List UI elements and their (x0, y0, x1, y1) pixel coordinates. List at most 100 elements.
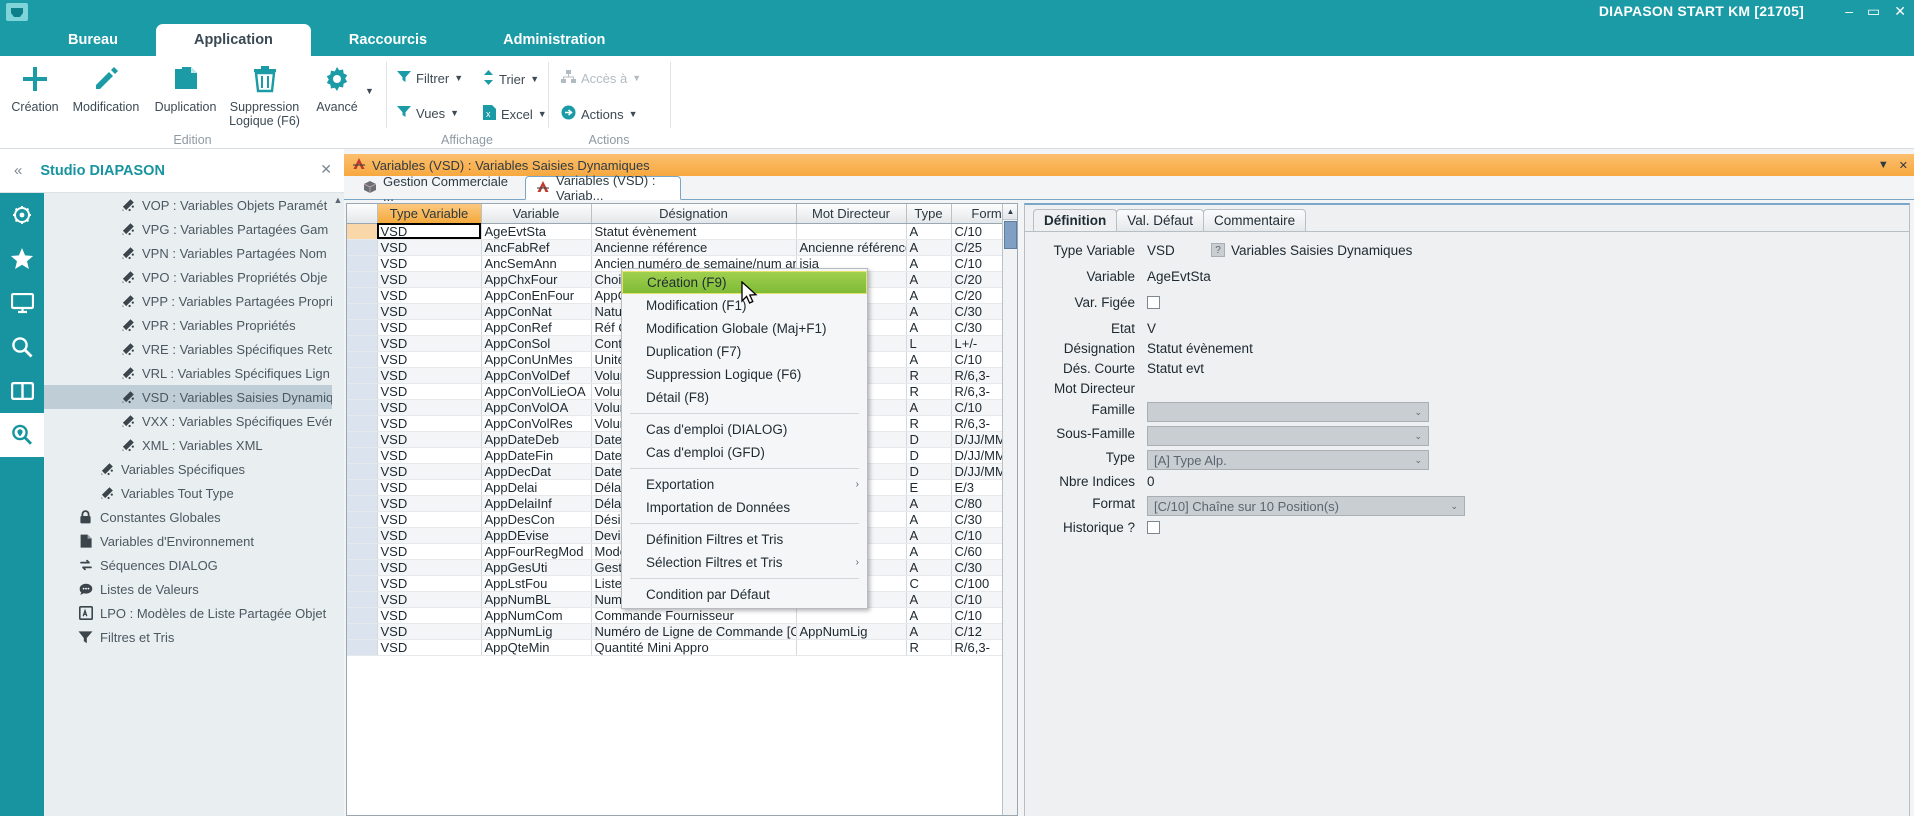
cell-t[interactable]: A (906, 511, 951, 527)
row-selector-cell[interactable] (347, 623, 377, 639)
cell-variable[interactable]: AppDateDeb (481, 431, 591, 447)
row-selector-cell[interactable] (347, 559, 377, 575)
tree-item[interactable]: Variables Spécifiques (44, 457, 344, 481)
maximize-button[interactable]: ▭ (1867, 2, 1880, 20)
close-panel-icon[interactable]: ✕ (320, 161, 332, 178)
row-selector-cell[interactable] (347, 319, 377, 335)
table-row[interactable]: VSDAgeEvtStaStatut évènementAC/10 (347, 223, 1018, 239)
checkbox-var-figee[interactable] (1147, 296, 1160, 309)
row-selector-cell[interactable] (347, 239, 377, 255)
cell-t[interactable]: A (906, 623, 951, 639)
ribbon-tab-raccourcis[interactable]: Raccourcis (311, 24, 465, 56)
cell-designation[interactable]: Ancienne référence (591, 239, 796, 255)
submenu-arrow-icon[interactable]: › (856, 557, 859, 568)
cell-t[interactable]: E (906, 479, 951, 495)
cell-variable[interactable]: AppConEnFour (481, 287, 591, 303)
cell-variable[interactable]: AppNumCom (481, 607, 591, 623)
ribbon-tab-bureau[interactable]: Bureau (30, 24, 156, 56)
context-menu-item[interactable]: Modification Globale (Maj+F1) (622, 317, 867, 340)
help-icon[interactable]: ? (1211, 243, 1225, 257)
cell-t[interactable]: A (906, 239, 951, 255)
submenu-arrow-icon[interactable]: › (856, 479, 859, 490)
column-header[interactable]: Variable (481, 204, 591, 223)
row-selector-cell[interactable] (347, 351, 377, 367)
rail-item-layout[interactable] (0, 369, 44, 413)
cell-variable[interactable]: AppQteMin (481, 639, 591, 655)
context-menu-item[interactable]: Importation de Données (622, 496, 867, 519)
context-menu-item[interactable]: Suppression Logique (F6) (622, 363, 867, 386)
cell-t[interactable]: R (906, 367, 951, 383)
cell-designation[interactable]: Commande Fournisseur (591, 607, 796, 623)
row-selector-cell[interactable] (347, 447, 377, 463)
creation-button[interactable]: Création (6, 62, 64, 114)
trier-button[interactable]: Trier ▼ (483, 70, 539, 88)
row-selector-cell[interactable] (347, 479, 377, 495)
cell-t[interactable]: A (906, 543, 951, 559)
cell-variable[interactable]: AppDelai (481, 479, 591, 495)
close-button[interactable]: ✕ (1894, 2, 1906, 20)
cell-type[interactable]: VSD (377, 591, 481, 607)
cell-t[interactable]: A (906, 303, 951, 319)
cell-type[interactable]: VSD (377, 495, 481, 511)
row-selector-cell[interactable] (347, 639, 377, 655)
cell-variable[interactable]: AppConRef (481, 319, 591, 335)
row-selector-cell[interactable] (347, 575, 377, 591)
row-selector-cell[interactable] (347, 415, 377, 431)
filtrer-button[interactable]: Filtrer ▼ (397, 70, 463, 86)
cell-t[interactable]: D (906, 431, 951, 447)
cell-variable[interactable]: AppDesCon (481, 511, 591, 527)
cell-type[interactable]: VSD (377, 335, 481, 351)
cell-type[interactable]: VSD (377, 271, 481, 287)
cell-t[interactable]: A (906, 607, 951, 623)
cell-variable[interactable]: AppConVolLieOA (481, 383, 591, 399)
detail-tab-commentaire[interactable]: Commentaire (1203, 209, 1306, 231)
combobox-famille[interactable]: ⌄ (1147, 402, 1429, 422)
chevron-down-icon[interactable]: ▼ (454, 73, 463, 83)
row-selector-cell[interactable] (347, 431, 377, 447)
cell-designation[interactable]: Numéro de Ligne de Commande [C] (591, 623, 796, 639)
mdi-tab-variables-vsd[interactable]: Variables (VSD) : Variab... (525, 176, 681, 200)
row-selector-cell[interactable] (347, 223, 377, 239)
cell-mot[interactable]: Ancienne référence (796, 239, 906, 255)
cell-t[interactable]: C (906, 575, 951, 591)
column-header[interactable] (347, 204, 377, 223)
cell-variable[interactable]: AppDecDat (481, 463, 591, 479)
tree-item[interactable]: Variables Tout Type (44, 481, 344, 505)
cell-type[interactable]: VSD (377, 479, 481, 495)
cell-mot[interactable] (796, 223, 906, 239)
row-selector-cell[interactable] (347, 383, 377, 399)
cell-mot[interactable] (796, 607, 906, 623)
cell-variable[interactable]: AncSemAnn (481, 255, 591, 271)
grid-vertical-scrollbar[interactable]: ▲ (1002, 204, 1017, 815)
cell-t[interactable]: A (906, 591, 951, 607)
cell-type[interactable]: VSD (377, 527, 481, 543)
cell-t[interactable]: R (906, 383, 951, 399)
combobox-sous-famille[interactable]: ⌄ (1147, 426, 1429, 446)
excel-button[interactable]: x Excel ▼ (483, 105, 547, 123)
row-selector-cell[interactable] (347, 335, 377, 351)
cell-variable[interactable]: AppConNat (481, 303, 591, 319)
tree-item[interactable]: VPN : Variables Partagées Nom (44, 241, 344, 265)
cell-t[interactable]: R (906, 415, 951, 431)
chevron-down-icon[interactable]: ▼ (450, 108, 459, 118)
cell-t[interactable]: A (906, 287, 951, 303)
row-selector-cell[interactable] (347, 495, 377, 511)
context-menu[interactable]: Création (F9)Modification (F1)Modificati… (621, 268, 868, 609)
table-row[interactable]: VSDAppQteMinQuantité Mini ApproRR/6,3- (347, 639, 1018, 655)
avance-button[interactable]: Avancé (310, 62, 364, 114)
cell-type[interactable]: VSD (377, 431, 481, 447)
column-header[interactable]: Type Variable (377, 204, 481, 223)
row-selector-cell[interactable] (347, 543, 377, 559)
chevron-down-icon[interactable]: ⌄ (1414, 407, 1422, 418)
context-menu-item[interactable]: Détail (F8) (622, 386, 867, 409)
cell-type[interactable]: VSD (377, 575, 481, 591)
chevron-down-icon[interactable]: ⌄ (1414, 455, 1422, 466)
tree-item[interactable]: VPO : Variables Propriétés Obje (44, 265, 344, 289)
tree-item[interactable]: VXX : Variables Spécifiques Evén (44, 409, 344, 433)
cell-variable[interactable]: AppChxFour (481, 271, 591, 287)
row-selector-cell[interactable] (347, 527, 377, 543)
cell-type[interactable]: VSD (377, 463, 481, 479)
cell-t[interactable]: A (906, 559, 951, 575)
row-selector-cell[interactable] (347, 271, 377, 287)
cell-type[interactable]: VSD (377, 607, 481, 623)
